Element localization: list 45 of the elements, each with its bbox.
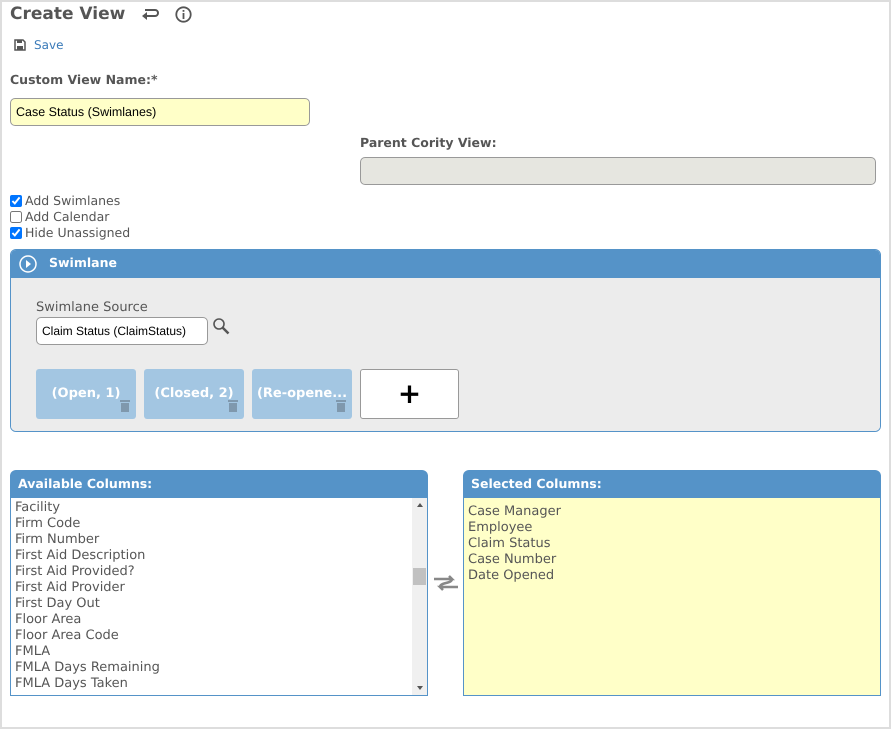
scrollbar-thumb[interactable] [413,568,426,585]
add-lane-button[interactable]: + [360,369,459,419]
search-icon[interactable] [212,317,230,336]
list-item[interactable]: Claim Status [468,536,876,552]
panel-header: Available Columns: [10,470,428,498]
list-item[interactable]: Case Manager [468,504,876,520]
field-label: Custom View Name:* [10,71,159,89]
list-item[interactable]: Firm Number [15,532,408,548]
field-label: Swimlane Source [36,298,149,316]
checkbox-label: Add Swimlanes [25,192,120,208]
list-item[interactable]: First Aid Description [15,548,408,564]
list-item[interactable]: FMLA [15,644,408,660]
list-item[interactable]: FMLA Days Remaining [15,660,408,676]
panel-header: Selected Columns: [463,470,881,498]
info-icon[interactable] [175,5,192,24]
lane-label: (Open, 1) [52,385,120,404]
page-title: Create View [10,3,126,26]
checkbox-label: Hide Unassigned [25,224,130,240]
lane-label: (Closed, 2) [154,385,234,404]
list-item[interactable]: Date Opened [468,568,876,584]
save-link[interactable]: Save [34,36,64,54]
checkbox[interactable] [10,210,22,222]
list-item[interactable]: First Day Out [15,596,408,612]
list-item[interactable]: Floor Area Code [15,628,408,644]
list-item[interactable]: First Aid Provider [15,580,408,596]
scrollbar[interactable] [412,498,427,695]
list-box[interactable]: Case Manager Employee Claim Status Case Number Date Opened [463,498,881,696]
list-box[interactable]: Facility Firm Code Firm Number First Aid Description First Aid Provided? First Aid Provider First Day Out Floor Area Floor Area Code FMLA FMLA Days Remaining FMLA Days Taken [10,498,428,696]
list-item[interactable]: Case Number [468,552,876,568]
field-label: Parent Cority View: [360,134,498,152]
list-item[interactable]: Firm Code [15,516,408,532]
checkbox[interactable] [10,194,22,206]
source-field[interactable]: Claim Status (ClaimStatus) [36,317,208,345]
checkbox-label: Add Calendar [25,208,110,224]
list-item[interactable]: Floor Area [15,612,408,628]
checkbox[interactable] [10,226,22,238]
list-item[interactable]: Employee [468,520,876,536]
list-item[interactable]: FMLA Days Taken [15,676,408,692]
panel-title: Swimlane [49,254,117,272]
lane-label: (Re-opene... [256,385,348,404]
parent-view-field[interactable] [360,156,876,184]
list-item[interactable]: Facility [15,500,408,516]
play-icon[interactable] [19,254,37,273]
name-field[interactable]: Case Status (Swimlanes) [10,98,310,126]
list-item[interactable]: First Aid Provided? [15,564,408,580]
